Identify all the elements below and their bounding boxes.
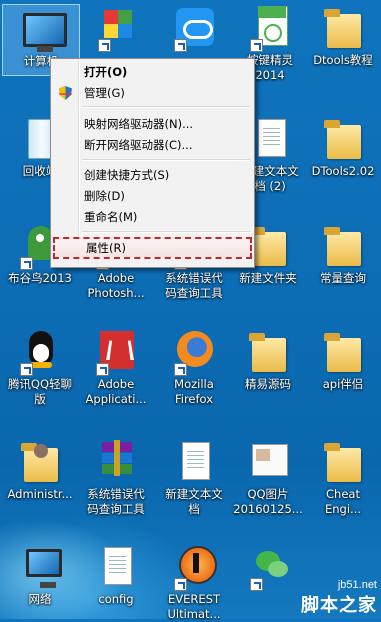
watermark-url: jb51.net [337, 579, 377, 591]
shortcut-arrow-icon [96, 363, 109, 376]
icon-label: 新建文本文 档 [165, 487, 223, 516]
shortcut-arrow-icon [174, 363, 187, 376]
icon-label: 常量查询 [320, 271, 366, 285]
icon-label: Administr... [7, 487, 73, 501]
desktop-icon-wechat[interactable] [232, 543, 308, 592]
icon-label: config [98, 592, 134, 606]
image-file-icon [244, 438, 292, 486]
desktop-icon-dtools-tutorial[interactable]: Dtools教程 [305, 4, 381, 68]
desktop-icon-cloud-app[interactable] [156, 4, 232, 53]
desktop-icon-jingyi-source[interactable]: 精易源码 [230, 328, 306, 392]
folder-icon [319, 438, 367, 486]
watermark-name: 脚本之家 [301, 595, 377, 616]
network-icon [16, 543, 64, 591]
text-file-icon [170, 438, 218, 486]
icon-label: Dtools教程 [313, 53, 373, 67]
watermark: jb51.net 脚本之家 [301, 579, 377, 617]
shortcut-arrow-icon [20, 363, 33, 376]
shortcut-arrow-icon [174, 39, 187, 52]
menu-separator [82, 231, 250, 233]
folder-icon [244, 328, 292, 376]
icon-label: DTools2.02 [311, 164, 375, 178]
menu-separator [82, 159, 250, 161]
shortcut-arrow-icon [250, 39, 263, 52]
icon-label: QQ图片 20160125... [233, 487, 303, 516]
menu-item-properties[interactable]: 属性(R) [55, 239, 254, 259]
icon-label: Adobe Photosh... [87, 271, 145, 300]
user-folder-icon [16, 438, 64, 486]
everest-info-icon [170, 543, 218, 591]
icon-label: 新建文件夹 [239, 271, 297, 285]
desktop-icon-cheat-engine[interactable]: Cheat Engi... [305, 438, 381, 517]
desktop-icon-network[interactable]: 网络 [2, 543, 78, 607]
adobe-icon [92, 328, 140, 376]
desktop-icon-firefox[interactable]: Mozilla Firefox [156, 328, 232, 407]
icon-label: 网络 [28, 592, 52, 606]
menu-item-open[interactable]: 打开(O) [53, 62, 252, 82]
uac-shield-icon [59, 86, 72, 100]
desktop-icon-app-cube[interactable] [80, 4, 156, 53]
wechat-icon [246, 543, 294, 591]
desktop-icon-administrator[interactable]: Administr... [2, 438, 78, 502]
file-icon [92, 543, 140, 591]
desktop-icon-everest[interactable]: EVEREST Ultimat... [156, 543, 232, 622]
cloud-app-icon [170, 4, 218, 52]
desktop-icon-adobe-app[interactable]: Adobe Applicati... [78, 328, 154, 407]
winrar-archive-icon [92, 438, 140, 486]
icon-label: EVEREST Ultimat... [167, 592, 221, 621]
qq-penguin-icon [16, 328, 64, 376]
computer-icon [17, 5, 67, 53]
icon-label: 精易源码 [245, 377, 291, 391]
folder-icon [319, 222, 367, 270]
desktop-icon-config[interactable]: config [78, 543, 154, 607]
anjian-app-icon [246, 4, 294, 52]
icon-label: Mozilla Firefox [174, 377, 214, 406]
menu-item-delete[interactable]: 删除(D) [53, 186, 252, 206]
menu-item-disconnect-network-drive[interactable]: 断开网络驱动器(C)... [53, 135, 252, 155]
desktop-icon-error-code-archive[interactable]: 系统错误代 码查询工具 [78, 438, 154, 517]
firefox-icon [170, 328, 218, 376]
context-menu: 打开(O) 管理(G) 映射网络驱动器(N)... 断开网络驱动器(C)... … [50, 58, 255, 268]
shortcut-arrow-icon [20, 257, 33, 270]
folder-icon [319, 328, 367, 376]
folder-icon [319, 115, 367, 163]
icon-label: Cheat Engi... [324, 487, 362, 516]
icon-label: 系统错误代 码查询工具 [165, 271, 223, 300]
desktop-icon-new-text[interactable]: 新建文本文 档 [156, 438, 232, 517]
icon-label: 系统错误代 码查询工具 [87, 487, 145, 516]
menu-item-rename[interactable]: 重命名(M) [53, 207, 252, 227]
desktop-icon-constant-query[interactable]: 常量查询 [305, 222, 381, 286]
desktop-icon-qq-lite[interactable]: 腾讯QQ轻聊 版 [2, 328, 78, 407]
desktop-icon-qq-image[interactable]: QQ图片 20160125... [230, 438, 306, 517]
shortcut-arrow-icon [98, 39, 111, 52]
icon-label: api伴侣 [322, 377, 364, 391]
shortcut-arrow-icon [250, 578, 263, 591]
icon-label: 布谷鸟2013 [8, 271, 72, 285]
app-cube-icon [94, 4, 142, 52]
menu-item-create-shortcut[interactable]: 创建快捷方式(S) [53, 165, 252, 185]
menu-item-map-network-drive[interactable]: 映射网络驱动器(N)... [53, 114, 252, 134]
menu-separator [82, 106, 250, 108]
shortcut-arrow-icon [174, 578, 187, 591]
desktop-icon-api-helper[interactable]: api伴侣 [305, 328, 381, 392]
icon-label: 腾讯QQ轻聊 版 [7, 377, 73, 406]
menu-item-manage-label: 管理(G) [84, 86, 125, 100]
icon-label: Adobe Applicati... [85, 377, 147, 406]
menu-item-manage[interactable]: 管理(G) [53, 83, 252, 103]
desktop-icon-dtools202[interactable]: DTools2.02 [305, 115, 381, 179]
menu-item-properties-highlight[interactable]: 属性(R) [53, 237, 252, 259]
folder-icon [319, 4, 367, 52]
